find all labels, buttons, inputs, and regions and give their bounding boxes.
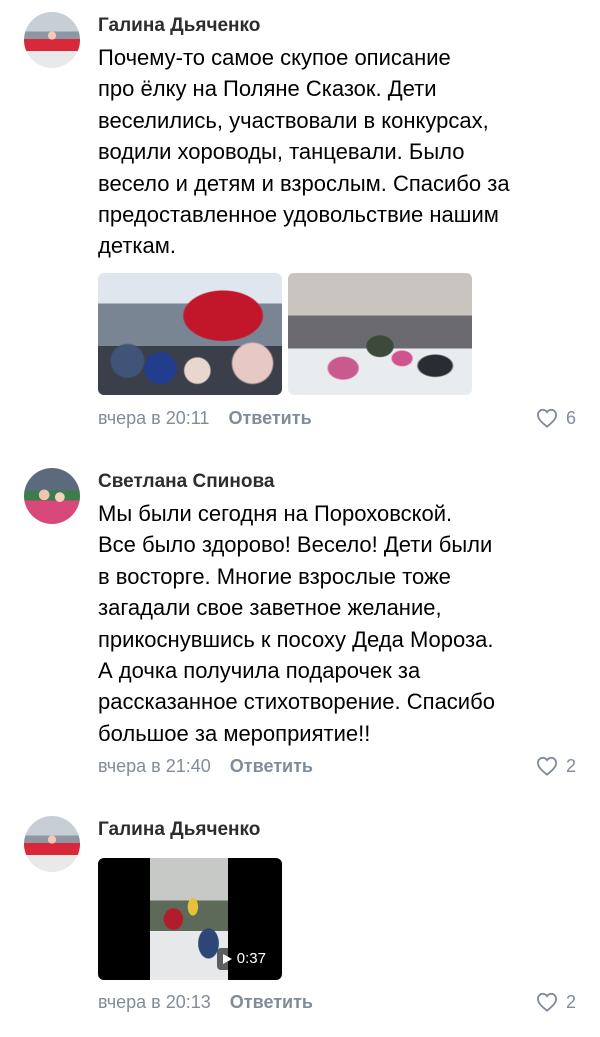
- like-button[interactable]: 2: [536, 754, 576, 778]
- reply-button[interactable]: Ответить: [230, 754, 313, 778]
- comment-author[interactable]: Галина Дьяченко: [98, 816, 260, 844]
- comment-text-line: загадали свое заветное желание,: [98, 595, 442, 621]
- comment-text: Мы были сегодня на Пороховской. Все было…: [98, 498, 568, 749]
- comment-text-line: водили хороводы, танцевали. Было: [98, 139, 465, 165]
- comment-text-line: А дочка получила подарочек за: [98, 658, 421, 684]
- reply-button[interactable]: Ответить: [230, 990, 313, 1014]
- comment-text-line: в восторге. Многие взрослые тоже: [98, 563, 451, 589]
- comment-2: Светлана Спинова Мы были сегодня на Поро…: [0, 468, 600, 788]
- comment-text-line: Почему-то самое скупое описание: [98, 45, 451, 70]
- comment-photo-1[interactable]: [98, 273, 282, 395]
- comment-author[interactable]: Галина Дьяченко: [98, 12, 260, 40]
- like-count: 2: [565, 992, 576, 1012]
- comment-text-line: веселились, участвовали в конкурсах,: [98, 107, 489, 133]
- heart-outline-icon: [536, 992, 557, 1012]
- comment-text-line: Все было здорово! Весело! Дети были: [98, 532, 493, 558]
- comment-video[interactable]: 0:37: [98, 858, 282, 980]
- play-icon: [222, 954, 232, 964]
- comment-time[interactable]: вчера в 21:40: [98, 754, 211, 778]
- reply-button[interactable]: Ответить: [228, 406, 311, 430]
- comment-meta: вчера в 21:40 Ответить: [98, 754, 313, 778]
- comment-text: Почему-то самое скупое описание про ёлку…: [98, 42, 568, 262]
- comment-text-line: Мы были сегодня на Пороховской.: [98, 501, 453, 526]
- heart-outline-icon: [536, 408, 557, 428]
- like-button[interactable]: 6: [536, 406, 576, 430]
- comment-text-line: предоставленное удовольствие нашим: [98, 202, 499, 228]
- avatar[interactable]: [24, 816, 80, 872]
- comment-time[interactable]: вчера в 20:13: [98, 990, 211, 1014]
- like-count: 2: [565, 756, 576, 776]
- comment-text-line: деткам.: [98, 233, 176, 259]
- avatar[interactable]: [24, 468, 80, 524]
- comment-time[interactable]: вчера в 20:11: [98, 406, 209, 430]
- comment-author[interactable]: Светлана Спинова: [98, 468, 274, 496]
- comment-photo-2[interactable]: [288, 273, 472, 395]
- video-duration: 0:37: [236, 950, 266, 967]
- comment-text-line: большое за мероприятие!!: [98, 720, 371, 746]
- comment-3: Галина Дьяченко: [0, 816, 600, 1016]
- comment-text-line: про ёлку на Поляне Сказок. Дети: [98, 76, 437, 102]
- like-button[interactable]: 2: [536, 990, 576, 1014]
- heart-outline-icon: [536, 756, 557, 776]
- comment-text-line: рассказанное стихотворение. Спасибо: [98, 689, 495, 715]
- like-count: 6: [565, 408, 576, 428]
- comment-text-line: прикоснувшись к посоху Деда Мороза.: [98, 626, 494, 652]
- avatar[interactable]: [24, 12, 80, 68]
- comment-meta: вчера в 20:13 Ответить: [98, 990, 313, 1014]
- comment-text-line: весело и детям и взрослым. Спасибо за: [98, 170, 510, 196]
- video-duration-badge: 0:37: [216, 948, 272, 970]
- comment-meta: вчера в 20:11 Ответить: [98, 406, 312, 430]
